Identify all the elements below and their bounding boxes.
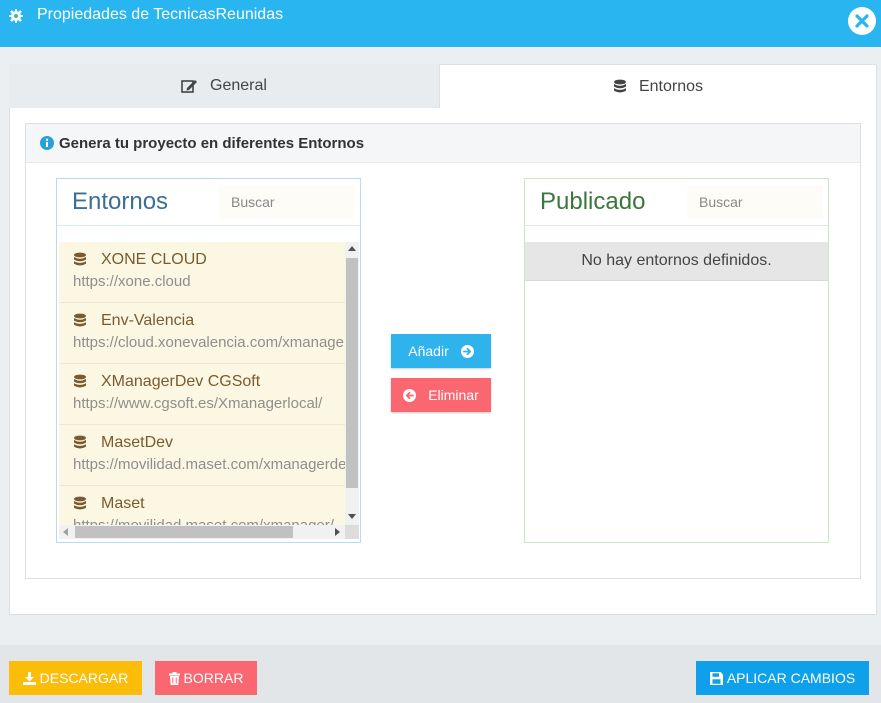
- vertical-scrollbar[interactable]: [345, 242, 359, 525]
- environment-name: MasetDev: [101, 434, 174, 451]
- environment-name: Env-Valencia: [101, 312, 195, 329]
- scroll-left-arrow[interactable]: [63, 528, 68, 536]
- arrow-circle-right-icon: [460, 344, 474, 358]
- list-item[interactable]: Env-Valencia https://cloud.xonevalencia.c…: [59, 303, 345, 364]
- database-icon: [74, 252, 86, 266]
- close-icon: [855, 14, 869, 28]
- section-header: Genera tu proyecto en diferentes Entorno…: [26, 124, 860, 163]
- environment-url: https://xone.cloud: [73, 273, 191, 290]
- download-button-label: DESCARGAR: [39, 670, 129, 686]
- tab-entornos[interactable]: Entornos: [439, 64, 877, 109]
- apply-changes-button-label: APLICAR CAMBIOS: [726, 670, 856, 686]
- list-item[interactable]: Maset https://movilidad.maset.com/xmanage…: [59, 486, 345, 525]
- apply-changes-button[interactable]: APLICAR CAMBIOS: [696, 661, 869, 695]
- scroll-thumb[interactable]: [346, 258, 358, 488]
- available-list[interactable]: XONE CLOUD https://xone.cloud Env-Valencia…: [59, 242, 345, 525]
- environment-url: https://movilidad.maset.com/xmanagerdev/: [73, 456, 345, 473]
- save-icon: [709, 671, 723, 685]
- download-icon: [22, 671, 36, 685]
- delete-button[interactable]: BORRAR: [155, 661, 257, 695]
- close-button[interactable]: [848, 7, 876, 35]
- list-item[interactable]: XONE CLOUD https://xone.cloud: [59, 242, 345, 303]
- environment-url: https://www.cgsoft.es/Xmanagerlocal/: [73, 395, 323, 412]
- delete-button-label: BORRAR: [183, 670, 244, 686]
- database-icon: [74, 313, 86, 327]
- tab-general-label: General: [210, 77, 267, 94]
- horizontal-scrollbar[interactable]: [59, 525, 345, 539]
- published-empty-message: No hay entornos definidos.: [525, 242, 828, 281]
- window-title: Propiedades de TecnicasReunidas: [37, 6, 284, 23]
- scrollbar-corner: [345, 525, 359, 539]
- available-panel-title: Entornos: [72, 188, 169, 215]
- database-icon: [613, 79, 626, 93]
- available-panel-header: Entornos: [57, 179, 360, 226]
- environment-url: https://movilidad.maset.com/xmanager/: [73, 517, 334, 525]
- database-icon: [74, 496, 86, 510]
- title-bar: Propiedades de TecnicasReunidas: [0, 0, 881, 47]
- available-search-input[interactable]: [219, 185, 355, 219]
- published-panel-header: Publicado: [525, 179, 828, 226]
- download-button[interactable]: DESCARGAR: [9, 661, 142, 695]
- info-icon: [40, 136, 54, 150]
- remove-button[interactable]: Eliminar: [391, 378, 491, 412]
- database-icon: [74, 435, 86, 449]
- environment-name: Maset: [101, 495, 145, 512]
- available-environments-panel: Entornos XONE CLOUD https://xone.cloud Env…: [56, 178, 361, 543]
- scroll-up-arrow[interactable]: [348, 246, 356, 251]
- list-item[interactable]: XManagerDev CGSoft https://www.cgsoft.es/…: [59, 364, 345, 425]
- add-button-label: Añadir: [408, 343, 449, 359]
- published-environments-panel: Publicado No hay entornos definidos.: [524, 178, 829, 543]
- list-item[interactable]: MasetDev https://movilidad.maset.com/xman…: [59, 425, 345, 486]
- database-icon: [74, 374, 86, 388]
- published-search-input[interactable]: [687, 185, 823, 219]
- environment-name: XONE CLOUD: [101, 251, 207, 268]
- environment-url: https://cloud.xonevalencia.com/xmanagerx: [73, 334, 345, 351]
- arrow-circle-left-icon: [403, 388, 417, 402]
- tab-general[interactable]: General: [9, 64, 439, 108]
- section-heading: Genera tu proyecto en diferentes Entorno…: [59, 135, 365, 152]
- scroll-right-arrow[interactable]: [335, 528, 340, 536]
- environment-name: XManagerDev CGSoft: [101, 373, 261, 390]
- remove-button-label: Eliminar: [428, 387, 479, 403]
- tab-entornos-label: Entornos: [638, 78, 704, 95]
- hscroll-thumb[interactable]: [75, 526, 293, 538]
- add-button[interactable]: Añadir: [391, 334, 491, 368]
- published-panel-title: Publicado: [540, 188, 646, 215]
- trash-icon: [168, 671, 180, 685]
- gear-icon: [9, 9, 23, 23]
- edit-icon: [181, 79, 198, 93]
- scroll-down-arrow[interactable]: [348, 514, 356, 519]
